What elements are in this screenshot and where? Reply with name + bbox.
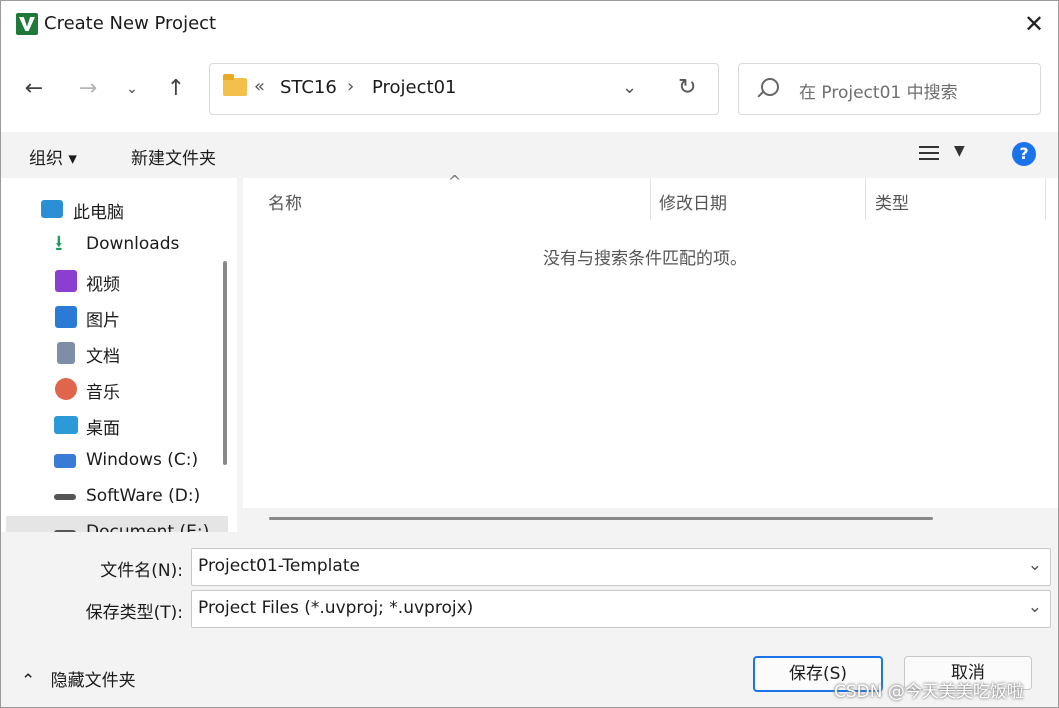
address-dropdown-chevron-icon[interactable]: ⌄: [622, 77, 637, 98]
breadcrumb-overflow[interactable]: «: [254, 76, 265, 97]
folder-icon: [223, 74, 247, 96]
command-toolbar: 组织 ▾ 新建文件夹 ▼: [1, 132, 1058, 178]
breadcrumb-project01[interactable]: Project01: [372, 77, 457, 98]
document-icon: [57, 342, 75, 364]
new-folder-button[interactable]: 新建文件夹: [131, 144, 216, 169]
tree-item-windows-c[interactable]: Windows (C:): [1, 444, 223, 478]
filetype-select[interactable]: Project Files (*.uvproj; *.uvprojx) ⌄: [191, 590, 1051, 628]
drive-icon: [54, 494, 76, 500]
filetype-dropdown-chevron-icon[interactable]: ⌄: [1028, 597, 1042, 617]
navigation-pane: 此电脑 ⭳ Downloads 视频 图片 文档 音乐 桌面 Windows (: [1, 178, 237, 532]
tree-item-music[interactable]: 音乐: [1, 372, 223, 406]
keil-app-icon: [16, 13, 38, 35]
filename-dropdown-chevron-icon[interactable]: ⌄: [1028, 555, 1042, 575]
search-box[interactable]: 在 Project01 中搜索: [738, 63, 1041, 115]
close-icon[interactable]: ✕: [1015, 9, 1053, 39]
desktop-icon: [54, 416, 78, 434]
view-list-icon[interactable]: [919, 146, 939, 164]
back-arrow-icon[interactable]: ←: [19, 73, 49, 105]
column-divider[interactable]: [865, 178, 866, 220]
column-divider[interactable]: [650, 178, 651, 220]
hide-folders-label: 隐藏文件夹: [50, 671, 136, 691]
view-dropdown-chevron-icon[interactable]: ▼: [954, 143, 965, 159]
filename-field[interactable]: Project01-Template ⌄: [191, 548, 1051, 586]
window-title: Create New Project: [44, 13, 217, 34]
filetype-label: 保存类型(T):: [85, 603, 183, 623]
horizontal-scrollbar[interactable]: [269, 517, 933, 520]
tree-item-downloads[interactable]: ⭳ Downloads: [1, 228, 223, 262]
search-input[interactable]: 在 Project01 中搜索: [799, 78, 958, 103]
filetype-value: Project Files (*.uvproj; *.uvprojx): [198, 598, 474, 618]
column-header-date-modified[interactable]: 修改日期: [659, 189, 727, 214]
recent-locations-chevron-icon[interactable]: ⌄: [117, 73, 147, 105]
filename-label: 文件名(N):: [100, 561, 183, 581]
file-list: ^ 名称 修改日期 类型 没有与搜索条件匹配的项。: [243, 172, 1058, 532]
address-bar[interactable]: « STC16 › Project01 ⌄ ↻: [209, 63, 719, 115]
forward-arrow-icon[interactable]: →: [73, 73, 103, 105]
column-header-type[interactable]: 类型: [875, 189, 909, 214]
watermark-text: CSDN @今天美美吃饭啦: [834, 682, 1024, 702]
filename-input[interactable]: Project01-Template: [198, 556, 360, 576]
search-icon: [761, 78, 779, 96]
organize-menu-button[interactable]: 组织 ▾: [29, 144, 77, 169]
tree-item-this-pc[interactable]: 此电脑: [1, 192, 223, 226]
music-icon: [55, 378, 77, 400]
column-header-name[interactable]: 名称: [268, 189, 302, 214]
computer-icon: [41, 200, 63, 218]
horizontal-scroll-track[interactable]: [243, 508, 1058, 532]
tree-item-desktop[interactable]: 桌面: [1, 408, 223, 442]
download-icon: ⭳: [55, 231, 63, 256]
chevron-up-icon: ⌃: [21, 671, 36, 691]
tree-item-document-e[interactable]: Document (E:): [6, 516, 228, 532]
up-arrow-icon[interactable]: ↑: [161, 73, 191, 105]
tree-item-pictures[interactable]: 图片: [1, 300, 223, 334]
tree-item-videos[interactable]: 视频: [1, 264, 223, 298]
tree-scrollbar[interactable]: [223, 261, 227, 465]
picture-icon: [55, 306, 77, 328]
empty-folder-message: 没有与搜索条件匹配的项。: [543, 249, 747, 269]
refresh-icon[interactable]: ↻: [678, 75, 696, 100]
sort-ascending-icon: ^: [448, 172, 462, 191]
windows-drive-icon: [54, 454, 76, 468]
column-divider[interactable]: [1045, 178, 1046, 220]
hide-folders-toggle[interactable]: ⌃ 隐藏文件夹: [21, 666, 136, 691]
tree-item-documents[interactable]: 文档: [1, 336, 223, 370]
tree-item-software-d[interactable]: SoftWare (D:): [1, 480, 223, 514]
video-icon: [55, 270, 77, 292]
breadcrumb-separator[interactable]: ›: [347, 76, 354, 97]
help-icon[interactable]: ?: [1012, 142, 1036, 166]
title-bar: Create New Project ✕: [1, 1, 1058, 47]
save-dialog: Create New Project ✕ ← → ⌄ ↑ « STC16 › P…: [0, 0, 1059, 708]
breadcrumb-stc16[interactable]: STC16: [280, 77, 337, 98]
